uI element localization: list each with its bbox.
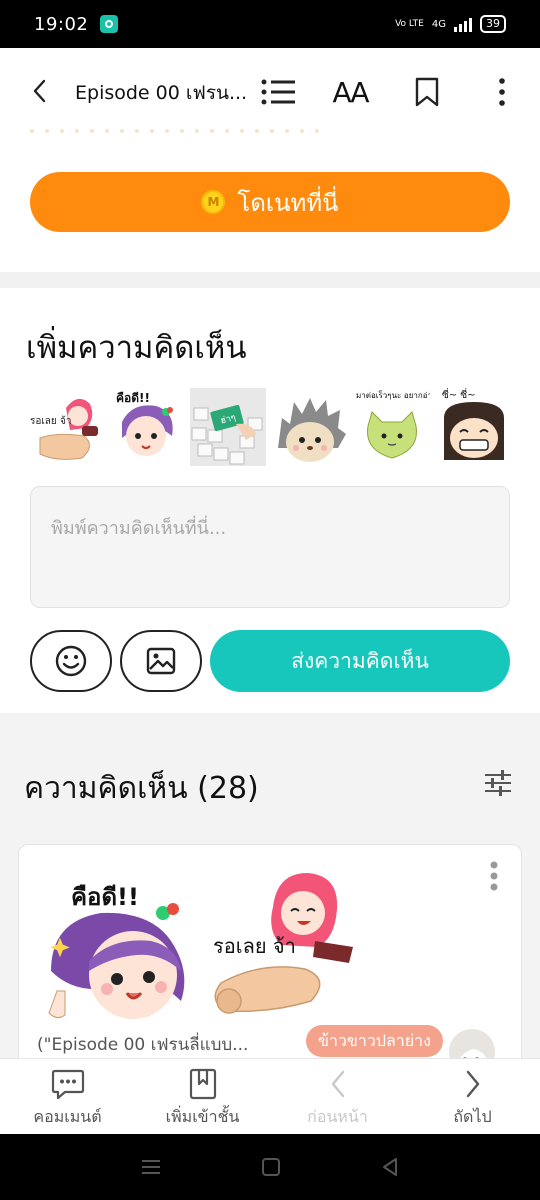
section-divider — [0, 272, 540, 288]
smiley-icon — [55, 645, 87, 677]
decorative-dots — [30, 126, 510, 136]
sticker-caption: คือดี!! — [116, 391, 150, 405]
donate-button[interactable]: M โดเนทที่นี่ — [30, 172, 510, 232]
add-comment-heading: เพิ่มความคิดเห็น — [26, 330, 247, 366]
home-icon[interactable] — [261, 1157, 281, 1177]
nav-add-shelf[interactable]: เพิ่มเข้าชั้น — [135, 1059, 270, 1134]
chevron-left-icon — [320, 1067, 356, 1101]
comments-heading: ความคิดเห็น (28) — [24, 771, 259, 806]
book-bookmark-icon — [185, 1067, 221, 1101]
back-triangle-icon[interactable] — [380, 1157, 400, 1177]
nav-add-shelf-label: เพิ่มเข้าชั้น — [165, 1107, 240, 1126]
sticker-text-right: รอเลย จ้า — [213, 934, 296, 958]
nav-comment[interactable]: คอมเมนต์ — [0, 1059, 135, 1134]
send-comment-button[interactable]: ส่งความคิดเห็น — [210, 630, 510, 692]
reader-toolbar: Episode 00 เฟรน... AA — [0, 48, 540, 134]
status-time: 19:02 — [34, 13, 89, 35]
image-upload-button[interactable] — [120, 630, 202, 692]
sticker-waiting[interactable]: รอเลย จ้า — [26, 388, 102, 466]
bookmark-button[interactable] — [405, 70, 449, 114]
coin-icon: M — [201, 190, 226, 214]
chevron-right-icon — [455, 1067, 491, 1101]
sticker-hedgehog[interactable] — [272, 388, 348, 466]
back-button[interactable] — [22, 74, 56, 108]
comment-source: ("Episode 00 เฟรนลี่แบบ... — [37, 1035, 249, 1055]
font-size-button[interactable]: AA — [328, 70, 372, 114]
sliders-icon — [485, 770, 511, 796]
donate-label: โดเนทที่นี่ — [237, 188, 339, 217]
volte-indicator: Vo LTE — [395, 18, 424, 29]
list-icon — [261, 79, 295, 105]
comment-input[interactable]: พิมพ์ความคิดเห็นที่นี่... — [30, 486, 510, 608]
emoji-button[interactable] — [30, 630, 112, 692]
more-vertical-icon — [499, 78, 505, 106]
bottom-navigation: คอมเมนต์ เพิ่มเข้าชั้น ก่อนหน้า ถัดไป — [0, 1058, 540, 1134]
nav-previous[interactable]: ก่อนหน้า — [270, 1059, 405, 1134]
nav-next[interactable]: ถัดไป — [405, 1059, 540, 1134]
sticker-caption: ซี่~ ซี่~ — [442, 388, 476, 401]
battery-icon: 39 — [480, 15, 506, 33]
episode-title: Episode 00 เฟรน... — [75, 82, 245, 104]
sticker-caption: รอเลย จ้า — [30, 415, 71, 427]
sticker-good[interactable]: คือดี!! — [108, 388, 184, 466]
sticker-caption: มาต่อเร็วๆนะ อยากอ่านต่อ — [356, 390, 430, 400]
app-notification-icon — [100, 15, 119, 33]
more-vertical-icon — [490, 861, 498, 891]
image-icon — [146, 647, 176, 675]
recent-apps-icon[interactable] — [140, 1158, 162, 1176]
chat-icon — [50, 1067, 86, 1101]
comment-sticker: คือดี!! รอเลย จ้า — [41, 861, 361, 1031]
signal-icon — [454, 16, 472, 32]
chevron-left-icon — [33, 79, 46, 103]
system-navigation-bar — [0, 1134, 540, 1200]
comment-card: คือดี!! รอเลย จ้า ("Episode 00 เฟรนลี่แบ… — [18, 844, 522, 1074]
status-indicators: Vo LTE 4G 39 — [395, 15, 506, 33]
sticker-smile[interactable]: ซี่~ ซี่~ — [436, 388, 512, 466]
bookmark-icon — [415, 77, 439, 107]
status-bar: 19:02 Vo LTE 4G 39 — [0, 0, 540, 48]
comment-more-button[interactable] — [489, 861, 499, 891]
nav-next-label: ถัดไป — [453, 1107, 492, 1126]
sticker-text-left: คือดี!! — [71, 883, 139, 911]
network-indicator: 4G — [431, 18, 446, 30]
more-options-button[interactable] — [480, 70, 524, 114]
sticker-cat[interactable]: มาต่อเร็วๆนะ อยากอ่านต่อ — [354, 388, 430, 466]
username-badge[interactable]: ข้าวขาวปลาย่าง — [306, 1025, 443, 1057]
nav-comment-label: คอมเมนต์ — [33, 1107, 102, 1126]
episode-list-button[interactable] — [256, 70, 300, 114]
sticker-picker: รอเลย จ้า คือดี!! ฮ่าๆ มาต่อเร็วๆนะ อยาก… — [26, 388, 516, 466]
filter-button[interactable] — [484, 770, 518, 802]
nav-previous-label: ก่อนหน้า — [307, 1107, 368, 1126]
sticker-keyboard[interactable]: ฮ่าๆ — [190, 388, 266, 466]
